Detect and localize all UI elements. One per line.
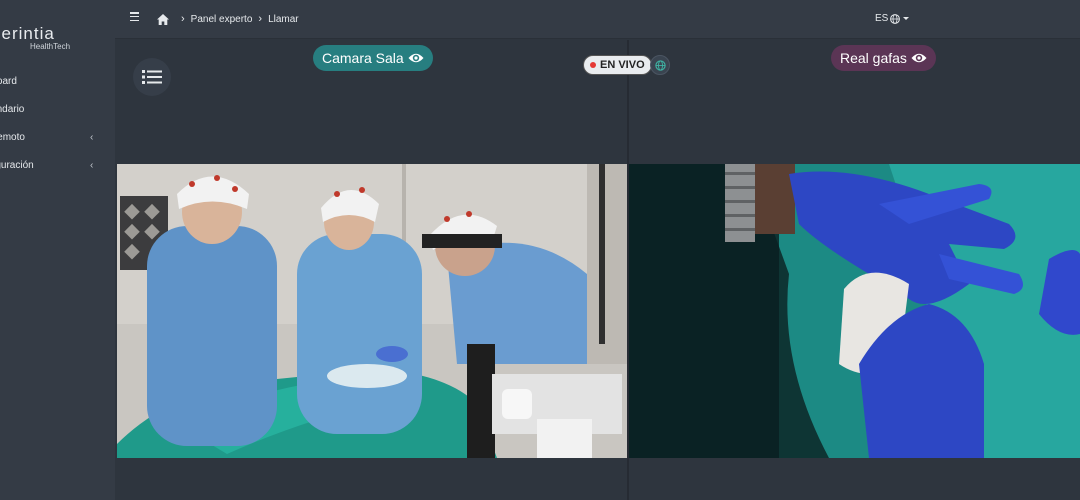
eye-icon <box>911 53 927 63</box>
live-label: EN VIVO <box>600 59 645 71</box>
breadcrumb: › Panel experto › Llamar <box>157 13 299 25</box>
breadcrumb-llamar[interactable]: Llamar <box>268 14 299 25</box>
camera-feed-toggle[interactable]: Camara Sala <box>313 45 433 71</box>
sidebar-item-dashboard[interactable]: Dashboard <box>0 68 85 96</box>
sidebar-item-label: Soporte remoto <box>0 132 25 143</box>
breadcrumb-panel-experto[interactable]: Panel experto <box>191 14 253 25</box>
glasses-feed-label: Real gafas <box>840 50 907 66</box>
top-bar: › Panel experto › Llamar ES <box>115 0 1080 39</box>
glasses-camera-video <box>629 164 1080 458</box>
glasses-feed-toggle[interactable]: Real gafas <box>831 45 936 71</box>
globe-icon <box>890 13 901 24</box>
participants-list-button[interactable] <box>133 58 171 96</box>
home-icon[interactable] <box>157 13 169 25</box>
language-label: ES <box>875 13 889 24</box>
chevron-left-icon: ‹ <box>90 160 94 171</box>
brand-tagline: HealthTech <box>30 42 71 51</box>
room-camera-video <box>117 164 627 458</box>
sidebar-item-label: Calendario <box>0 104 25 115</box>
eye-icon <box>408 53 424 63</box>
sidebar-item-label: Dashboard <box>0 76 17 87</box>
live-badge: EN VIVO <box>583 55 652 75</box>
call-area: Camara Sala EN VIVO Real gafas <box>115 40 1080 500</box>
chevron-right-icon: › <box>181 13 185 25</box>
sidebar-nav: Dashboard Calendario Soporte remoto ‹ Co… <box>0 68 115 180</box>
brand-name: zerintia <box>0 24 55 43</box>
sidebar: zerintia HealthTech Dashboard Calendario… <box>0 0 115 500</box>
language-selector[interactable]: ES <box>875 13 910 24</box>
camera-feed-label: Camara Sala <box>322 50 404 66</box>
network-icon[interactable] <box>650 55 670 75</box>
chevron-right-icon: › <box>258 13 263 25</box>
menu-icon[interactable] <box>130 12 141 22</box>
live-dot <box>590 62 596 68</box>
caret-down-icon <box>903 17 910 20</box>
sidebar-item-calendario[interactable]: Calendario <box>0 96 93 124</box>
list-icon <box>142 70 162 84</box>
globe-icon <box>654 59 666 71</box>
sidebar-item-soporte-remoto[interactable]: Soporte remoto ‹ <box>0 124 115 152</box>
sidebar-item-label: Configuración <box>0 160 34 171</box>
brand-logo: zerintia HealthTech <box>0 24 70 51</box>
sidebar-item-configuracion[interactable]: Configuración ‹ <box>0 152 115 180</box>
chevron-left-icon: ‹ <box>90 132 94 143</box>
